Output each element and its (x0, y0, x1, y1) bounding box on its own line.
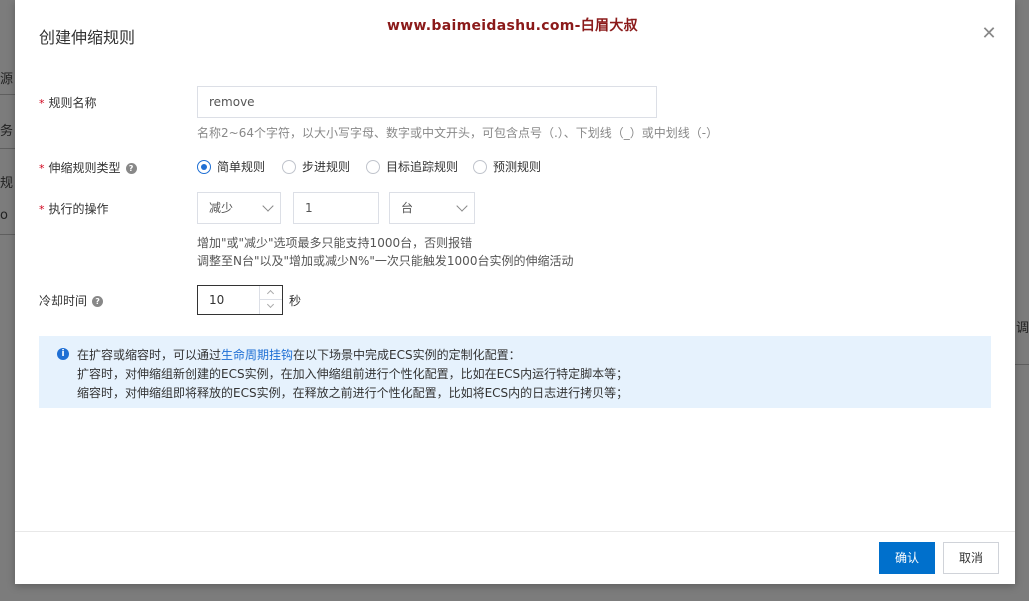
action-hint-line2: 调整至N台"以及"增加或减少N%"一次只能触发1000台实例的伸缩活动 (197, 254, 574, 268)
background-fragment: o (0, 208, 8, 223)
background-fragment: 规 (0, 176, 14, 191)
radio-step-rule[interactable]: 步进规则 (282, 158, 350, 175)
info-line3: 缩容时，对伸缩组即将释放的ECS实例，在释放之前进行个性化配置，比如将ECS内的… (77, 386, 629, 400)
background-divider (0, 234, 15, 235)
cooldown-label: 冷却时间? (39, 292, 104, 309)
radio-unchecked-icon (366, 159, 380, 174)
radio-unchecked-icon (282, 159, 296, 174)
radio-predictive-rule[interactable]: 预测规则 (473, 158, 541, 175)
lifecycle-hook-link[interactable]: 生命周期挂钩 (221, 348, 293, 362)
info-notice: i 在扩容或缩容时，可以通过生命周期挂钩在以下场景中完成ECS实例的定制化配置：… (39, 336, 991, 408)
radio-simple-rule[interactable]: 简单规则 (197, 158, 265, 175)
background-divider (0, 148, 15, 149)
required-mark: * (39, 203, 45, 216)
rule-name-hint: 名称2~64个字符，以大小写字母、数字或中文开头，可包含点号（.）、下划线（_）… (197, 126, 719, 140)
decrement-icon[interactable] (260, 300, 282, 314)
info-icon: i (57, 348, 69, 360)
action-label: * 执行的操作 (39, 202, 109, 216)
rule-name-input[interactable]: remove (197, 86, 657, 118)
amount-input[interactable]: 1 (293, 192, 379, 224)
cancel-button[interactable]: 取消 (943, 542, 999, 574)
required-mark: * (39, 162, 45, 175)
help-icon[interactable]: ? (125, 163, 137, 174)
background-fragment: 调 (1016, 321, 1029, 336)
background-fragment: 务 (0, 124, 14, 139)
info-line2: 扩容时，对伸缩组新创建的ECS实例，在加入伸缩组前进行个性化配置，比如在ECS内… (77, 367, 629, 381)
unit-select[interactable]: 台 (389, 192, 475, 224)
background-fragment: 源 (0, 72, 14, 87)
operation-select[interactable]: 减少 (197, 192, 281, 224)
stepper-buttons (259, 286, 282, 314)
confirm-button[interactable]: 确认 (879, 542, 935, 574)
info-line1: 在扩容或缩容时，可以通过生命周期挂钩在以下场景中完成ECS实例的定制化配置： (77, 348, 521, 362)
radio-target-tracking-rule[interactable]: 目标追踪规则 (366, 158, 458, 175)
create-scaling-rule-dialog: 创建伸缩规则 www.baimeidashu.com-白眉大叔 ✕ * 规则名称 … (15, 0, 1015, 584)
radio-unchecked-icon (473, 159, 487, 174)
cooldown-unit: 秒 (289, 294, 302, 308)
radio-checked-icon (197, 159, 211, 174)
chevron-down-icon (456, 200, 468, 212)
help-icon[interactable]: ? (92, 296, 104, 307)
chevron-down-icon (262, 200, 274, 212)
footer-divider (15, 531, 1015, 532)
cooldown-value[interactable]: 10 (209, 293, 224, 307)
rule-name-label: * 规则名称 (39, 96, 97, 110)
close-icon[interactable]: ✕ (979, 24, 999, 44)
increment-icon[interactable] (260, 286, 282, 300)
background-divider (0, 94, 15, 95)
watermark: www.baimeidashu.com-白眉大叔 (387, 18, 638, 34)
action-hint-line1: 增加"或"减少"选项最多只能支持1000台，否则报错 (197, 236, 473, 250)
dialog-title: 创建伸缩规则 (39, 28, 136, 47)
required-mark: * (39, 97, 45, 110)
rule-type-label: * 伸缩规则类型? (39, 159, 137, 176)
cooldown-stepper[interactable]: 10 (197, 285, 283, 315)
background-divider (1015, 364, 1029, 365)
